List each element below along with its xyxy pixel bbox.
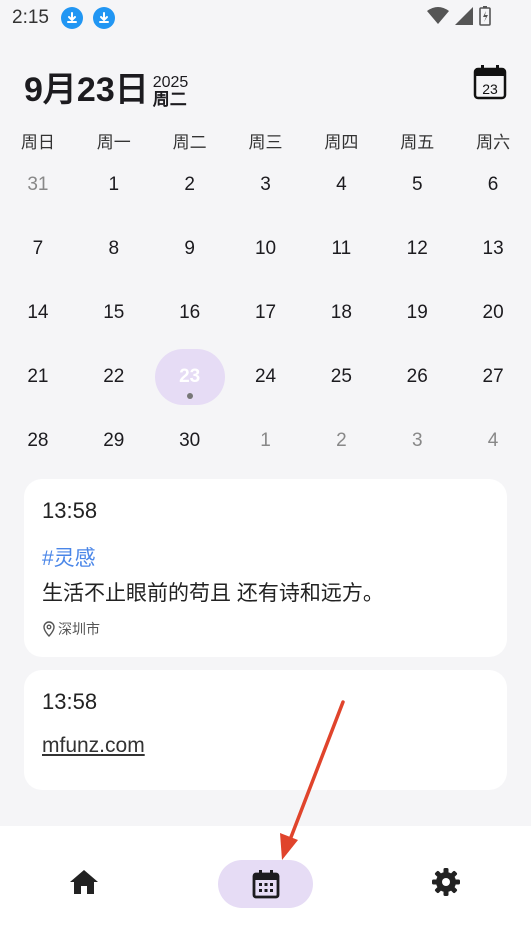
bottom-navigation — [0, 826, 531, 944]
wifi-icon — [427, 7, 449, 24]
current-year: 2025 — [152, 74, 189, 91]
current-date: 9月23日 — [24, 71, 149, 109]
nav-settings-button[interactable] — [424, 860, 468, 904]
annotation-arrow — [280, 700, 345, 860]
nav-home-button[interactable] — [62, 860, 106, 904]
calendar-icon — [252, 870, 279, 899]
calendar-day[interactable]: 14 — [0, 281, 76, 345]
calendar-day[interactable]: 10 — [228, 217, 304, 281]
weekday-label: 周四 — [324, 133, 359, 152]
calendar-day[interactable]: 25 — [303, 345, 379, 409]
calendar-day[interactable]: 9 — [152, 217, 228, 281]
weekday-label: 周一 — [96, 133, 131, 152]
calendar-day[interactable]: 29 — [76, 409, 152, 473]
calendar-day[interactable]: 1 — [228, 409, 304, 473]
calendar-day[interactable]: 11 — [303, 217, 379, 281]
status-bar: 2:15 — [0, 0, 531, 36]
calendar-day[interactable]: 21 — [0, 345, 76, 409]
note-card[interactable]: 13:58 mfunz.com — [24, 670, 507, 790]
calendar-day[interactable]: 24 — [228, 345, 304, 409]
download-notification-icon — [92, 7, 115, 29]
note-time: 13:58 — [42, 689, 98, 714]
weekday-label: 周二 — [172, 133, 207, 152]
calendar-grid: 31 1 2 3 4 5 6 7 8 9 10 11 12 13 14 15 1… — [0, 153, 531, 473]
weekday-label: 周五 — [400, 133, 435, 152]
note-link[interactable]: mfunz.com — [42, 734, 145, 758]
calendar-day[interactable]: 13 — [455, 217, 531, 281]
note-card[interactable]: 13:58 #灵感 生活不止眼前的苟且 还有诗和远方。 深圳市 — [24, 479, 507, 657]
weekday-label: 周三 — [248, 133, 283, 152]
note-location: 深圳市 — [42, 619, 100, 639]
calendar-day[interactable]: 26 — [379, 345, 455, 409]
status-time: 2:15 — [12, 7, 49, 28]
date-header: 9月23日 2025 周二 — [24, 62, 188, 111]
svg-text:23: 23 — [482, 81, 498, 97]
note-tag[interactable]: #灵感 — [42, 542, 96, 572]
calendar-day[interactable]: 2 — [152, 153, 228, 217]
calendar-day[interactable]: 18 — [303, 281, 379, 345]
calendar-day[interactable]: 4 — [303, 153, 379, 217]
calendar-day[interactable]: 16 — [152, 281, 228, 345]
weekday-header: 周日 周一 周二 周三 周四 周五 周六 — [0, 128, 531, 153]
calendar-day[interactable]: 3 — [379, 409, 455, 473]
calendar-day[interactable]: 7 — [0, 217, 76, 281]
battery-icon — [479, 6, 491, 26]
calendar-day[interactable]: 30 — [152, 409, 228, 473]
calendar-day[interactable]: 2 — [303, 409, 379, 473]
calendar-day[interactable]: 20 — [455, 281, 531, 345]
calendar-today-icon: 23 — [473, 65, 507, 100]
calendar-day[interactable]: 17 — [228, 281, 304, 345]
has-note-dot — [186, 393, 193, 399]
calendar-day[interactable]: 8 — [76, 217, 152, 281]
note-time: 13:58 — [42, 498, 98, 523]
note-text: 生活不止眼前的苟且 还有诗和远方。 — [42, 582, 384, 605]
calendar-day[interactable]: 28 — [0, 409, 76, 473]
calendar-day[interactable]: 22 — [76, 345, 152, 409]
home-icon — [70, 870, 98, 894]
calendar-day[interactable]: 31 — [0, 153, 76, 217]
calendar-day-selected[interactable]: 23 — [152, 345, 228, 409]
calendar-day[interactable]: 4 — [455, 409, 531, 473]
today-calendar-button[interactable]: 23 — [473, 64, 507, 100]
download-notification-icon — [60, 7, 83, 29]
location-pin-icon — [43, 621, 55, 637]
calendar-day[interactable]: 5 — [379, 153, 455, 217]
weekday-label: 周六 — [476, 133, 511, 152]
signal-icon — [455, 7, 473, 25]
current-weekday: 周二 — [152, 90, 187, 109]
calendar-day[interactable]: 27 — [455, 345, 531, 409]
calendar-day[interactable]: 12 — [379, 217, 455, 281]
location-label: 深圳市 — [58, 621, 100, 637]
calendar-day[interactable]: 6 — [455, 153, 531, 217]
calendar-day[interactable]: 15 — [76, 281, 152, 345]
calendar-day[interactable]: 19 — [379, 281, 455, 345]
calendar-day[interactable]: 1 — [76, 153, 152, 217]
gear-icon — [432, 868, 460, 896]
calendar-day[interactable]: 3 — [228, 153, 304, 217]
weekday-label: 周日 — [20, 133, 55, 152]
